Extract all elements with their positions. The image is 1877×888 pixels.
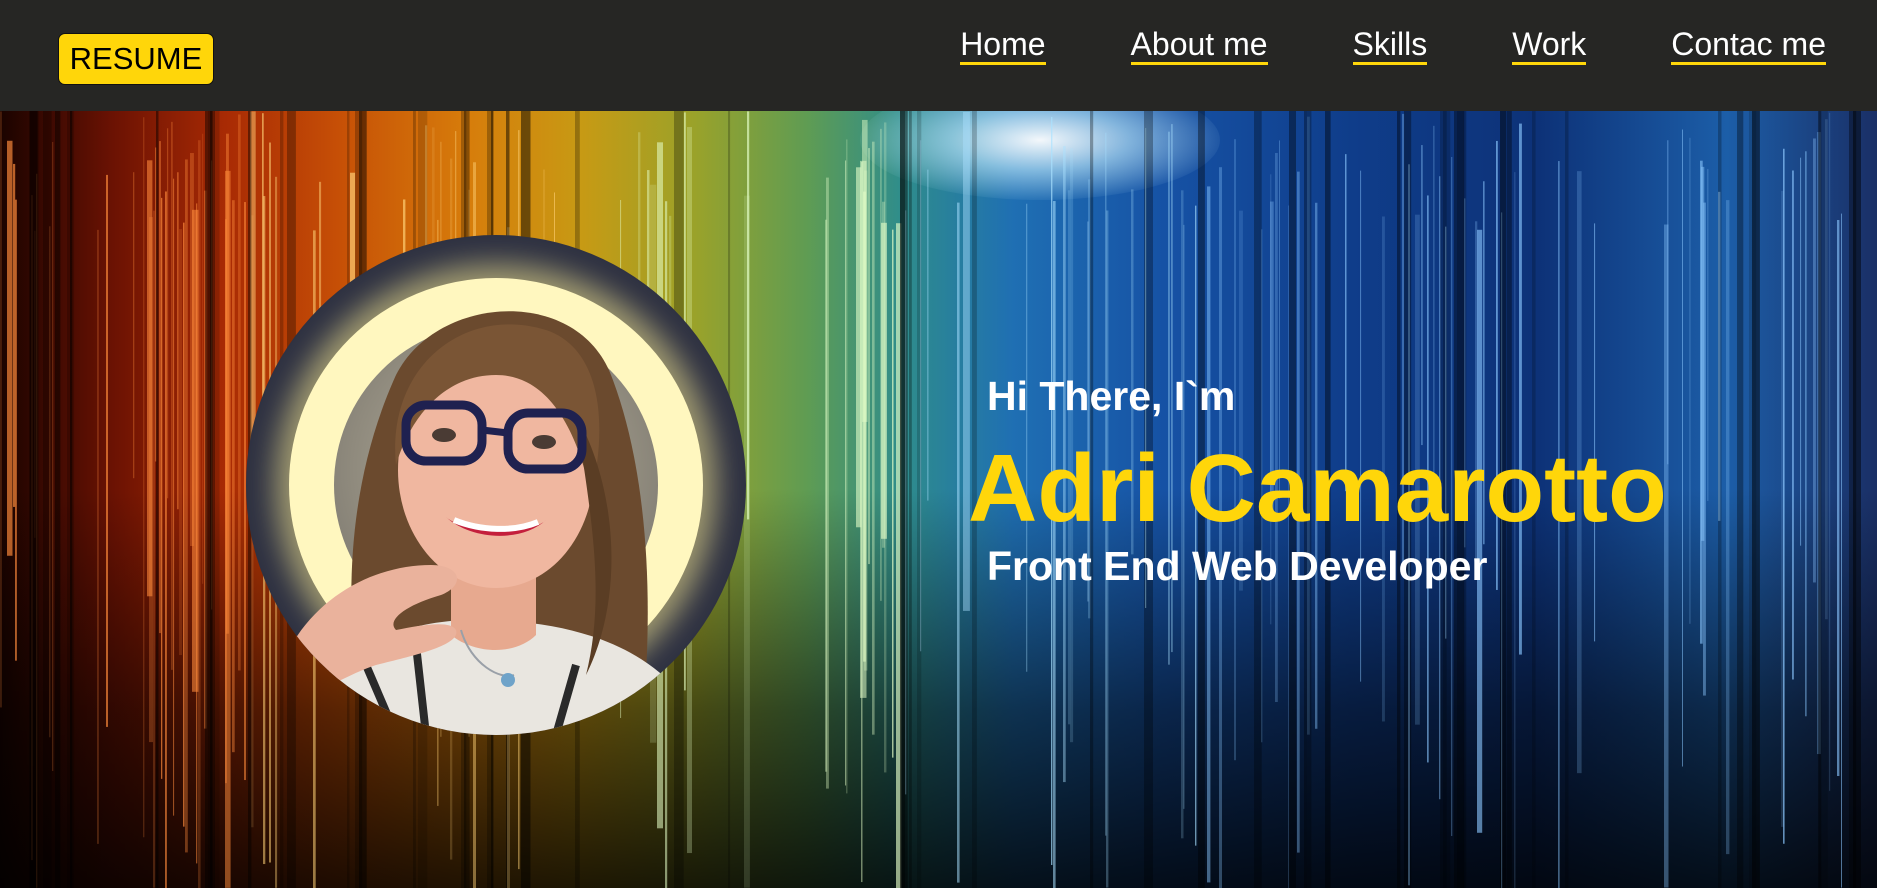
light-streak bbox=[167, 128, 169, 499]
dark-streak bbox=[917, 111, 922, 888]
light-streak bbox=[106, 174, 108, 727]
light-streak bbox=[183, 222, 185, 827]
light-streak bbox=[1360, 170, 1362, 682]
light-streak bbox=[1813, 138, 1816, 583]
light-streak bbox=[862, 119, 868, 422]
light-streak bbox=[1805, 151, 1807, 717]
light-streak bbox=[159, 141, 161, 634]
nav-link-contact-me[interactable]: Contac me bbox=[1671, 26, 1826, 65]
light-streak bbox=[7, 140, 13, 556]
light-streak bbox=[97, 229, 99, 844]
light-streak bbox=[1703, 202, 1706, 696]
avatar bbox=[246, 235, 746, 735]
light-streak bbox=[149, 217, 153, 743]
light-streak bbox=[1783, 148, 1785, 844]
light-streak bbox=[1682, 129, 1683, 767]
profile-photo-icon bbox=[286, 311, 706, 735]
dark-streak bbox=[1752, 111, 1760, 888]
light-streak bbox=[238, 114, 241, 671]
light-streak bbox=[161, 197, 163, 779]
intro-role: Front End Web Developer bbox=[987, 543, 1488, 589]
light-streak bbox=[153, 210, 156, 888]
light-streak bbox=[1275, 152, 1278, 702]
light-streak bbox=[1433, 125, 1435, 482]
light-streak bbox=[198, 140, 201, 888]
light-streak bbox=[171, 121, 173, 670]
light-streak bbox=[192, 209, 199, 692]
light-streak bbox=[1707, 168, 1709, 501]
light-streak bbox=[846, 139, 848, 794]
navbar: RESUME Home About me Skills Work Contac … bbox=[0, 0, 1877, 111]
light-streak bbox=[196, 203, 198, 864]
light-streak bbox=[826, 177, 829, 789]
light-streak bbox=[52, 141, 54, 771]
intro-name: Adri Camarotto bbox=[968, 435, 1667, 542]
light-streak bbox=[1726, 200, 1730, 855]
light-streak bbox=[872, 141, 875, 735]
light-streak bbox=[232, 200, 235, 753]
light-streak bbox=[15, 199, 17, 661]
light-streak bbox=[1421, 145, 1423, 446]
light-streak bbox=[882, 201, 885, 548]
light-streak bbox=[173, 178, 175, 816]
dark-streak bbox=[909, 111, 912, 888]
dark-streak bbox=[55, 111, 61, 888]
dark-streak bbox=[30, 111, 39, 888]
light-streak bbox=[1829, 112, 1831, 791]
light-streak bbox=[868, 148, 870, 565]
light-streak bbox=[927, 169, 929, 501]
nav-link-home[interactable]: Home bbox=[960, 26, 1046, 65]
dark-streak bbox=[70, 111, 73, 888]
light-streak bbox=[1837, 220, 1840, 777]
light-streak bbox=[1667, 140, 1669, 465]
resume-button[interactable]: RESUME bbox=[58, 33, 214, 85]
light-streak bbox=[13, 163, 16, 507]
nav-link-work[interactable]: Work bbox=[1512, 26, 1587, 65]
light-streak bbox=[747, 111, 750, 520]
dark-streak bbox=[156, 111, 159, 888]
light-streak bbox=[1594, 223, 1596, 642]
light-streak bbox=[0, 111, 2, 708]
light-streak bbox=[1800, 157, 1802, 546]
intro-greeting: Hi There, I`m bbox=[987, 373, 1236, 419]
dark-streak bbox=[1737, 111, 1744, 888]
page: RESUME Home About me Skills Work Contac … bbox=[0, 0, 1877, 888]
dark-streak bbox=[43, 111, 52, 888]
light-streak bbox=[165, 191, 167, 888]
light-streak bbox=[845, 160, 847, 786]
light-streak bbox=[957, 202, 960, 883]
light-streak bbox=[185, 159, 188, 853]
light-streak bbox=[179, 229, 182, 656]
light-streak bbox=[1689, 137, 1691, 624]
dark-streak bbox=[1718, 111, 1722, 888]
nav-link-skills[interactable]: Skills bbox=[1352, 26, 1428, 65]
light-streak bbox=[133, 172, 135, 479]
light-streak bbox=[143, 117, 145, 838]
light-streak bbox=[225, 219, 227, 784]
light-streak bbox=[892, 229, 894, 758]
dark-streak bbox=[1819, 111, 1828, 888]
light-streak bbox=[202, 133, 204, 584]
dark-streak bbox=[214, 111, 220, 888]
dark-streak bbox=[1853, 111, 1861, 888]
light-streak bbox=[1792, 170, 1794, 680]
light-streak bbox=[1519, 123, 1522, 655]
nav-link-about-me[interactable]: About me bbox=[1130, 26, 1268, 65]
light-streak bbox=[1841, 213, 1842, 888]
dark-streak bbox=[900, 111, 908, 888]
main-nav: Home About me Skills Work Contac me bbox=[960, 26, 1826, 65]
light-streak bbox=[177, 172, 179, 510]
